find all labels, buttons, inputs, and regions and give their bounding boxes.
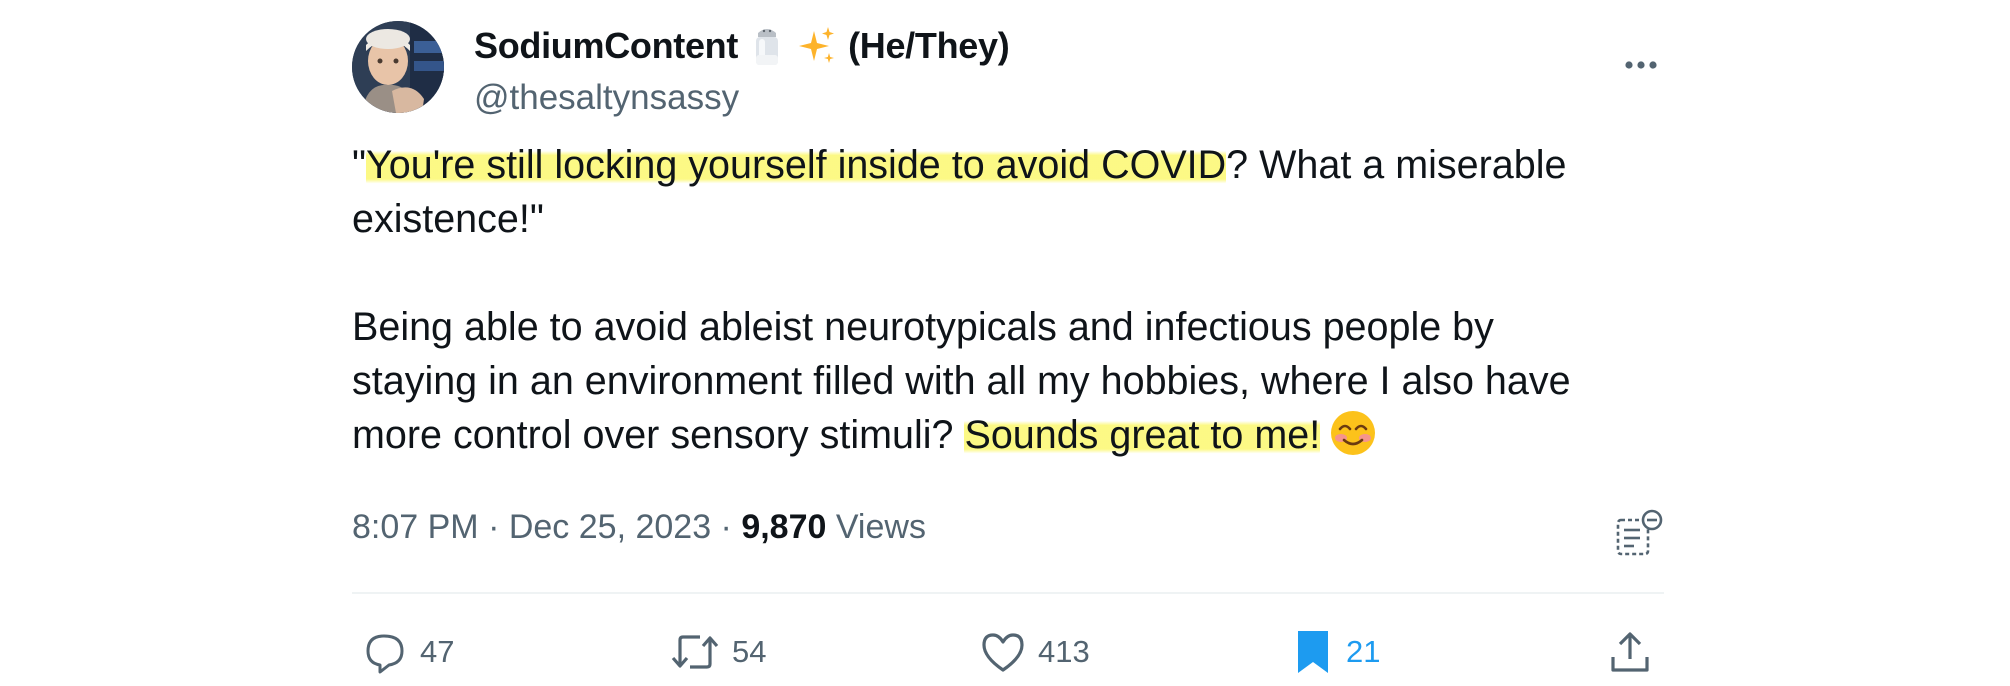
sparkles-emoji: [796, 25, 836, 67]
like-button[interactable]: 413: [980, 622, 1090, 682]
repost-count: 54: [732, 634, 767, 669]
action-bar: 47 54 413 21: [352, 622, 1664, 682]
salt-shaker-emoji: [752, 25, 782, 67]
more-icon: [1625, 61, 1657, 69]
smiling-face-emoji: [1330, 410, 1376, 470]
tweet-text-line: more control over sensory stimuli? Sound…: [352, 408, 1662, 470]
highlighted-text: You're still locking yourself inside to …: [366, 143, 1227, 187]
like-count: 413: [1038, 634, 1090, 669]
tweet-date[interactable]: Dec 25, 2023: [509, 508, 711, 546]
heart-icon: [982, 633, 1024, 672]
analytics-button[interactable]: [1614, 508, 1668, 562]
tweet-text: "You're still locking yourself inside to…: [352, 138, 1662, 470]
author-name-row[interactable]: SodiumContent (He/They): [474, 21, 1010, 71]
bookmark-icon: [1298, 631, 1328, 673]
bookmark-count: 21: [1346, 634, 1381, 669]
highlighted-text: Sounds great to me!: [964, 413, 1321, 457]
repost-button[interactable]: 54: [670, 622, 766, 682]
analytics-icon: [1616, 509, 1663, 556]
tweet: SodiumContent (He/They) @thesaltynsassy: [352, 18, 1664, 686]
tweet-meta: 8:07 PM · Dec 25, 2023 · 9,870 Views: [352, 508, 926, 547]
views-label: Views: [826, 508, 926, 546]
repost-icon: [671, 635, 719, 669]
bookmark-button[interactable]: 21: [1292, 622, 1380, 682]
quote-mark: ": [352, 143, 367, 187]
meta-separator: ·: [478, 508, 509, 546]
tweet-text-line: existence!": [352, 197, 544, 241]
share-icon: [1611, 632, 1649, 672]
author-pronouns: (He/They): [848, 25, 1010, 66]
author-display-name[interactable]: SodiumContent: [474, 25, 738, 67]
avatar[interactable]: [352, 21, 444, 113]
tweet-text-segment: more control over sensory stimuli?: [352, 413, 965, 457]
tweet-text-segment: ? What a miserable: [1226, 143, 1567, 187]
tweet-text-line: "You're still locking yourself inside to…: [352, 138, 1662, 192]
author-handle[interactable]: @thesaltynsassy: [474, 78, 739, 118]
reply-icon: [366, 634, 404, 674]
tweet-text-line: Being able to avoid ableist neurotypical…: [352, 305, 1494, 349]
more-options-button[interactable]: [1612, 36, 1670, 94]
tweet-time[interactable]: 8:07 PM: [352, 508, 479, 546]
share-button[interactable]: [1608, 622, 1652, 682]
reply-count: 47: [420, 634, 455, 669]
reply-button[interactable]: 47: [364, 622, 454, 682]
avatar-image: [352, 21, 444, 113]
meta-separator: ·: [711, 508, 742, 546]
views-count: 9,870: [741, 508, 827, 546]
divider: [352, 592, 1664, 594]
tweet-text-line: staying in an environment filled with al…: [352, 359, 1571, 403]
